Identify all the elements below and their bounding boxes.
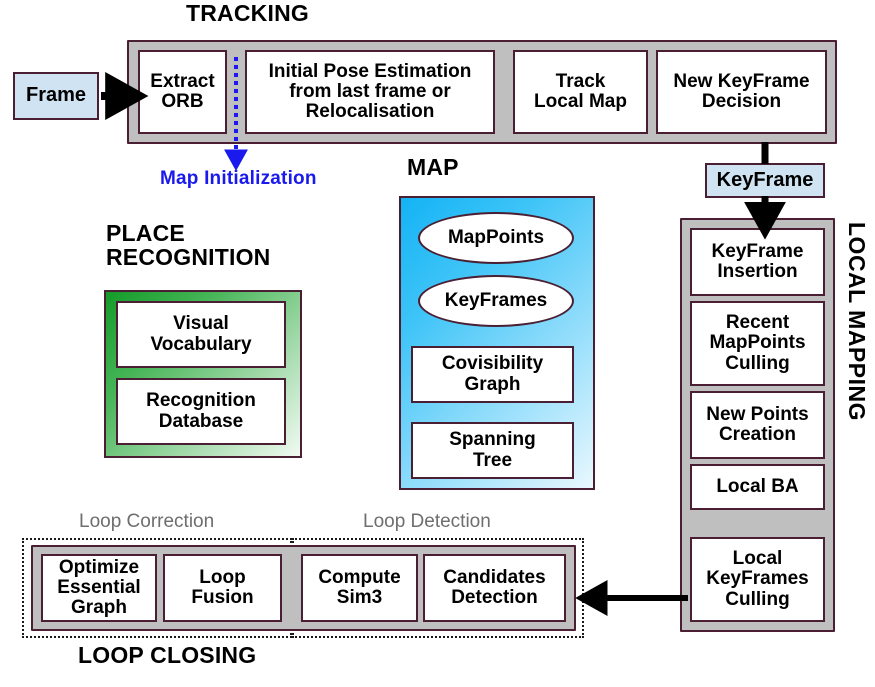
tracking-box-new-keyframe-decision[interactable]: New KeyFrame Decision xyxy=(656,50,827,134)
local-mapping-section-title: LOCAL MAPPING xyxy=(844,222,870,422)
local-mapping-box-keyframe-insertion[interactable]: KeyFrame Insertion xyxy=(690,228,825,296)
input-frame-box[interactable]: Frame xyxy=(13,72,99,120)
loop-detection-group-label: Loop Detection xyxy=(363,511,491,532)
map-ellipse-mappoints[interactable]: MapPoints xyxy=(418,212,574,264)
loop-closing-box-loop-fusion[interactable]: Loop Fusion xyxy=(163,554,282,622)
local-mapping-box-new-points-creation[interactable]: New Points Creation xyxy=(690,391,825,459)
map-section-title: MAP xyxy=(407,154,459,180)
local-mapping-box-local-ba[interactable]: Local BA xyxy=(690,464,825,510)
local-mapping-box-local-keyframes-culling[interactable]: Local KeyFrames Culling xyxy=(690,537,825,622)
local-mapping-box-recent-mappoints-culling[interactable]: Recent MapPoints Culling xyxy=(690,301,825,386)
map-box-covisibility-graph[interactable]: Covisibility Graph xyxy=(411,346,574,403)
place-recognition-box-visual-vocabulary[interactable]: Visual Vocabulary xyxy=(116,301,286,368)
orb-slam-system-diagram: TRACKING Extract ORB Initial Pose Estima… xyxy=(0,0,875,687)
place-recognition-section-title: PLACE RECOGNITION xyxy=(106,220,271,270)
map-ellipse-keyframes[interactable]: KeyFrames xyxy=(418,275,574,327)
map-box-spanning-tree[interactable]: Spanning Tree xyxy=(411,422,574,479)
tracking-box-track-local-map[interactable]: Track Local Map xyxy=(513,50,648,134)
map-initialization-label: Map Initialization xyxy=(160,168,317,189)
tracking-box-extract-orb[interactable]: Extract ORB xyxy=(138,50,227,134)
place-recognition-box-recognition-database[interactable]: Recognition Database xyxy=(116,378,286,445)
tracking-section-title: TRACKING xyxy=(186,0,309,26)
loop-closing-box-compute-sim3[interactable]: Compute Sim3 xyxy=(301,554,418,622)
keyframe-data-box[interactable]: KeyFrame xyxy=(705,163,825,198)
loop-closing-box-optimize-essential-graph[interactable]: Optimize Essential Graph xyxy=(41,554,157,622)
loop-closing-box-candidates-detection[interactable]: Candidates Detection xyxy=(423,554,566,622)
loop-closing-section-title: LOOP CLOSING xyxy=(78,642,257,668)
loop-correction-group-label: Loop Correction xyxy=(79,511,215,532)
tracking-box-initial-pose-estimation[interactable]: Initial Pose Estimation from last frame … xyxy=(245,50,495,134)
